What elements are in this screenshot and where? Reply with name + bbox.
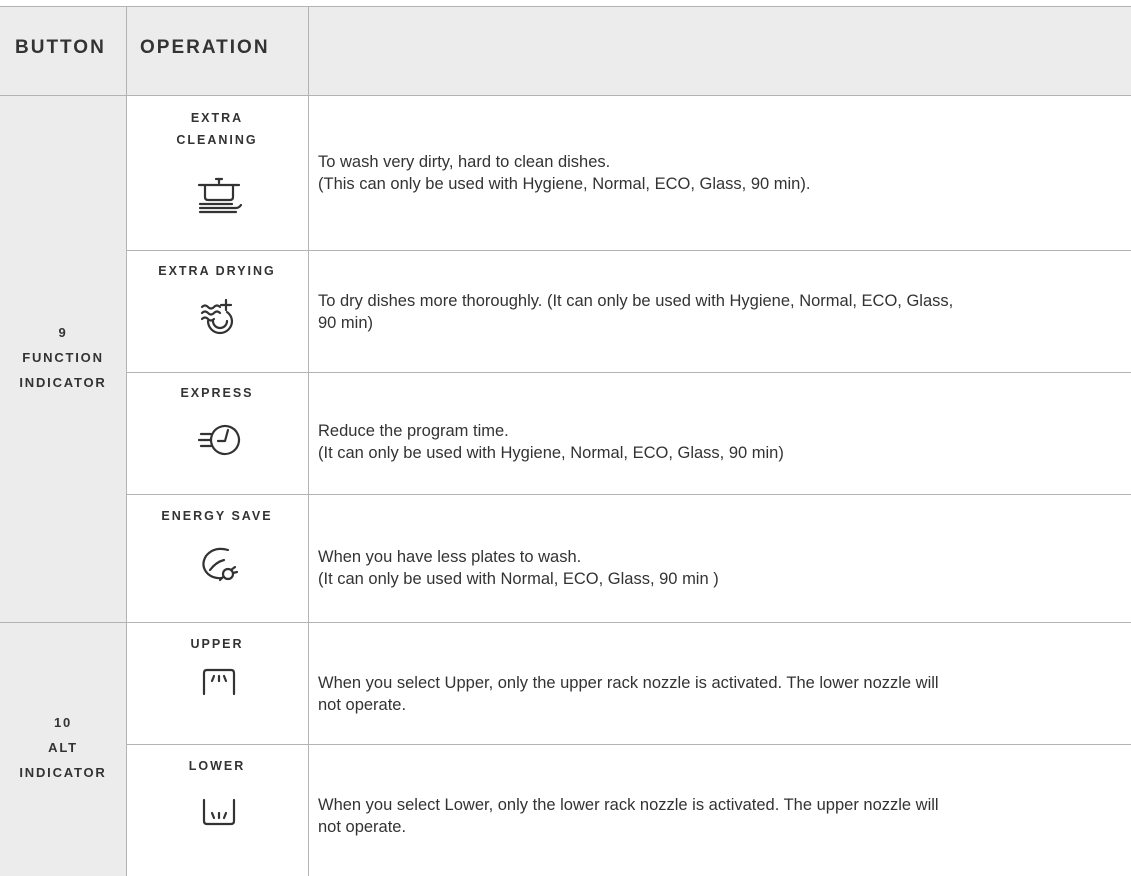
- group-number: 9: [58, 325, 68, 340]
- row-extra-drying-description: To dry dishes more thoroughly. (It can o…: [318, 290, 1118, 334]
- row-lower-description: When you select Lower, only the lower ra…: [318, 794, 1118, 838]
- group-line1: ALT: [48, 740, 78, 755]
- description-line: (It can only be used with Hygiene, Norma…: [318, 444, 784, 462]
- description-line: When you select Upper, only the upper ra…: [318, 674, 939, 692]
- header-operation: OPERATION: [140, 37, 270, 58]
- header-button: BUTTON: [15, 37, 106, 58]
- row-divider: [126, 744, 1131, 745]
- row-divider: [126, 494, 1131, 495]
- row-extra-cleaning-label: EXTRA CLEANING: [126, 107, 308, 151]
- row-upper-label: UPPER: [126, 633, 308, 655]
- group-line2: INDICATOR: [19, 375, 107, 390]
- row-divider: [0, 622, 1131, 623]
- express-clock-icon: [198, 424, 241, 456]
- row-energy-save-description: When you have less plates to wash. (It c…: [318, 546, 1118, 590]
- description-line: (This can only be used with Hygiene, Nor…: [318, 175, 811, 193]
- description-line: To dry dishes more thoroughly. (It can o…: [318, 292, 954, 310]
- group-line2: INDICATOR: [19, 765, 107, 780]
- label-line: ENERGY SAVE: [161, 509, 273, 523]
- row-express-label: EXPRESS: [126, 382, 308, 404]
- label-line: EXPRESS: [180, 386, 254, 400]
- row-extra-drying-label: EXTRA DRYING: [126, 260, 308, 282]
- row-lower-label: LOWER: [126, 755, 308, 777]
- row-divider: [0, 95, 1131, 96]
- label-line: EXTRA: [190, 111, 244, 125]
- group-function-indicator: 9 FUNCTION INDICATOR: [0, 320, 126, 395]
- row-energy-save-label: ENERGY SAVE: [126, 505, 308, 527]
- leaf-plug-icon: [202, 547, 239, 582]
- row-extra-cleaning-description: To wash very dirty, hard to clean dishes…: [318, 151, 1118, 195]
- label-line: UPPER: [190, 637, 244, 651]
- description-line: When you select Lower, only the lower ra…: [318, 796, 939, 814]
- description-line: Reduce the program time.: [318, 422, 509, 440]
- upper-rack-icon: [202, 668, 236, 696]
- description-line: To wash very dirty, hard to clean dishes…: [318, 153, 611, 171]
- label-line: LOWER: [188, 759, 246, 773]
- row-divider: [0, 6, 1131, 7]
- row-express-description: Reduce the program time. (It can only be…: [318, 420, 1118, 464]
- group-line1: FUNCTION: [22, 350, 104, 365]
- description-line: not operate.: [318, 818, 407, 836]
- group-alt-indicator: 10 ALT INDICATOR: [0, 710, 126, 785]
- row-divider: [126, 250, 1131, 251]
- description-line: When you have less plates to wash.: [318, 548, 582, 566]
- label-line: EXTRA DRYING: [158, 264, 276, 278]
- description-line: not operate.: [318, 696, 407, 714]
- label-line: CLEANING: [176, 133, 258, 147]
- extra-drying-icon: [200, 298, 234, 335]
- column-divider-2: [308, 6, 309, 876]
- lower-rack-icon: [202, 798, 236, 826]
- row-upper-description: When you select Upper, only the upper ra…: [318, 672, 1118, 716]
- description-line: 90 min): [318, 314, 374, 332]
- description-line: (It can only be used with Normal, ECO, G…: [318, 570, 719, 588]
- pot-on-heat-icon: [197, 177, 242, 214]
- row-divider: [126, 372, 1131, 373]
- group-number: 10: [53, 715, 73, 730]
